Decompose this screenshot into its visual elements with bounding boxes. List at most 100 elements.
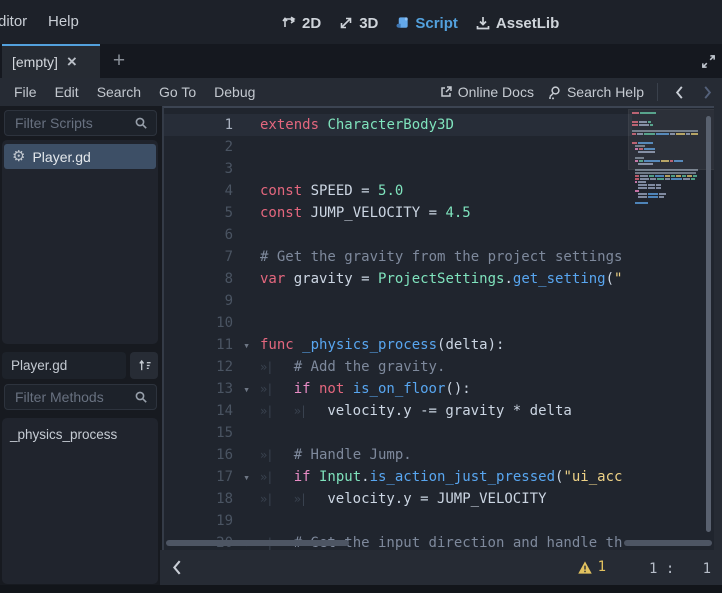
method-item[interactable]: _physics_process xyxy=(8,425,152,444)
gear-icon: ⚙ xyxy=(12,149,25,164)
code-text: »|»|velocity.y -= gravity * delta xyxy=(260,403,572,419)
code-line-18[interactable]: 18»|»|velocity.y = JUMP_VELOCITY xyxy=(164,488,632,510)
tab-indent-marker: »| xyxy=(260,404,294,418)
code-line-19[interactable]: 19 xyxy=(164,510,632,532)
tab-indent-marker: »| xyxy=(294,404,328,418)
code-text: »|# Handle Jump. xyxy=(260,447,412,463)
history-back-icon[interactable] xyxy=(671,85,687,100)
menu-file[interactable]: File xyxy=(5,84,46,100)
workspace-switcher: 2D 3D Script xyxy=(281,10,559,36)
tab-indent-marker: »| xyxy=(260,448,294,462)
script-icon xyxy=(395,15,410,31)
toggle-scripts-panel-icon[interactable] xyxy=(171,559,182,576)
code-line-3[interactable]: 3 xyxy=(164,158,632,180)
external-link-icon xyxy=(439,85,453,99)
code-text: const JUMP_VELOCITY = 4.5 xyxy=(260,205,471,221)
fold-arrow-icon[interactable]: ▾ xyxy=(233,383,260,396)
filter-scripts-input[interactable] xyxy=(13,114,134,132)
code-line-15[interactable]: 15 xyxy=(164,422,632,444)
code-line-11[interactable]: 11▾func _physics_process(delta): xyxy=(164,334,632,356)
code-text: extends CharacterBody3D xyxy=(260,117,454,133)
filter-scripts-field[interactable] xyxy=(4,110,157,136)
online-docs-button[interactable]: Online Docs xyxy=(439,84,534,100)
horizontal-scrollbar-thumb[interactable] xyxy=(166,540,349,546)
close-tab-icon[interactable]: × xyxy=(67,55,77,69)
add-scene-tab-button[interactable]: + xyxy=(106,48,132,74)
tab-indent-marker: »| xyxy=(260,382,294,396)
code-text: # Get the gravity from the project setti… xyxy=(260,249,622,265)
minimap-row xyxy=(632,193,710,195)
code-text: »|if Input.is_action_just_pressed("ui_ac… xyxy=(260,469,622,485)
line-number: 8 xyxy=(164,271,233,287)
line-number: 17 xyxy=(164,469,233,485)
warning-badge[interactable]: 1 xyxy=(577,559,606,575)
code-line-1[interactable]: 1 extends CharacterBody3D xyxy=(164,114,632,136)
code-line-9[interactable]: 9 xyxy=(164,290,632,312)
menu-item-help[interactable]: Help xyxy=(48,13,79,30)
line-number: 16 xyxy=(164,447,233,463)
code-line-12[interactable]: 12»|# Add the gravity. xyxy=(164,356,632,378)
menu-edit[interactable]: Edit xyxy=(46,84,88,100)
window-bottom-edge xyxy=(0,585,722,593)
code-line-5[interactable]: 5const JUMP_VELOCITY = 4.5 xyxy=(164,202,632,224)
line-number: 11 xyxy=(164,337,233,353)
sort-icon xyxy=(137,358,152,373)
minimap-viewport-overlay[interactable] xyxy=(628,109,714,170)
horizontal-scrollbar-end[interactable] xyxy=(624,540,712,546)
code-line-6[interactable]: 6 xyxy=(164,224,632,246)
sort-methods-button[interactable] xyxy=(130,352,158,379)
line-number: 9 xyxy=(164,293,233,309)
editor-top-bar: ditor Help 2D 3D xyxy=(0,0,722,44)
code-line-4[interactable]: 4const SPEED = 5.0 xyxy=(164,180,632,202)
menu-search[interactable]: Search xyxy=(88,84,150,100)
line-number: 1 xyxy=(164,117,233,133)
code-editor[interactable]: 1 extends CharacterBody3D 2 34const SPEED =… xyxy=(162,106,714,550)
code-line-16[interactable]: 16 »|# Handle Jump. xyxy=(164,444,632,466)
fold-arrow-icon[interactable]: ▾ xyxy=(233,471,260,484)
workspace-3d-button[interactable]: 3D xyxy=(338,15,378,32)
line-number: 4 xyxy=(164,183,233,199)
search-icon xyxy=(134,116,148,130)
filter-methods-field[interactable] xyxy=(4,384,157,410)
code-line-14[interactable]: 14»|»|velocity.y -= gravity * delta xyxy=(164,400,632,422)
expand-window-icon[interactable] xyxy=(700,53,717,70)
vertical-scrollbar[interactable] xyxy=(706,116,711,532)
script-menu-bar: File Edit Search Go To Debug Online Docs… xyxy=(0,78,722,106)
line-number: 15 xyxy=(164,425,233,441)
menu-goto[interactable]: Go To xyxy=(150,84,205,100)
code-text: »|»|velocity.y = JUMP_VELOCITY xyxy=(260,491,547,507)
line-number: 19 xyxy=(164,513,233,529)
workspace-script-button[interactable]: Script xyxy=(395,15,458,32)
filter-methods-input[interactable] xyxy=(13,388,134,406)
minimap-row xyxy=(632,172,710,174)
tab-indent-marker: »| xyxy=(260,470,294,484)
search-help-button[interactable]: Search Help xyxy=(547,84,644,100)
menu-item-editor[interactable]: ditor xyxy=(0,13,27,30)
fold-arrow-icon[interactable]: ▾ xyxy=(233,339,260,352)
scene-tab-empty[interactable]: [empty] × xyxy=(2,44,100,78)
right-panel-edge xyxy=(714,106,722,550)
cursor-column: 1 xyxy=(703,561,711,577)
minimap-row xyxy=(632,202,710,204)
code-line-7[interactable]: 7# Get the gravity from the project sett… xyxy=(164,246,632,268)
methods-list: _physics_process xyxy=(2,418,158,584)
workspace-2d-button[interactable]: 2D xyxy=(281,15,321,32)
code-line-17[interactable]: 17▾»|if Input.is_action_just_pressed("ui… xyxy=(164,466,632,488)
script-item-player[interactable]: ⚙ Player.gd xyxy=(4,144,156,169)
code-line-2[interactable]: 2 xyxy=(164,136,632,158)
code-line-13[interactable]: 13▾»|if not is_on_floor(): xyxy=(164,378,632,400)
code-text: func _physics_process(delta): xyxy=(260,337,504,353)
scripts-list: ⚙ Player.gd xyxy=(2,140,158,344)
workspace-assetlib-button[interactable]: AssetLib xyxy=(475,15,559,32)
code-line-10[interactable]: 10 xyxy=(164,312,632,334)
current-script-label[interactable]: Player.gd xyxy=(2,352,126,379)
history-forward-icon[interactable] xyxy=(700,85,716,100)
code-text: »|if not is_on_floor(): xyxy=(260,381,471,397)
code-line-8[interactable]: 8var gravity = ProjectSettings.get_setti… xyxy=(164,268,632,290)
tab-indent-marker: »| xyxy=(260,360,294,374)
line-number: 6 xyxy=(164,227,233,243)
line-number: 2 xyxy=(164,139,233,155)
minimap-row xyxy=(632,199,710,201)
menu-debug[interactable]: Debug xyxy=(205,84,264,100)
cursor-line: 1 xyxy=(649,561,657,577)
